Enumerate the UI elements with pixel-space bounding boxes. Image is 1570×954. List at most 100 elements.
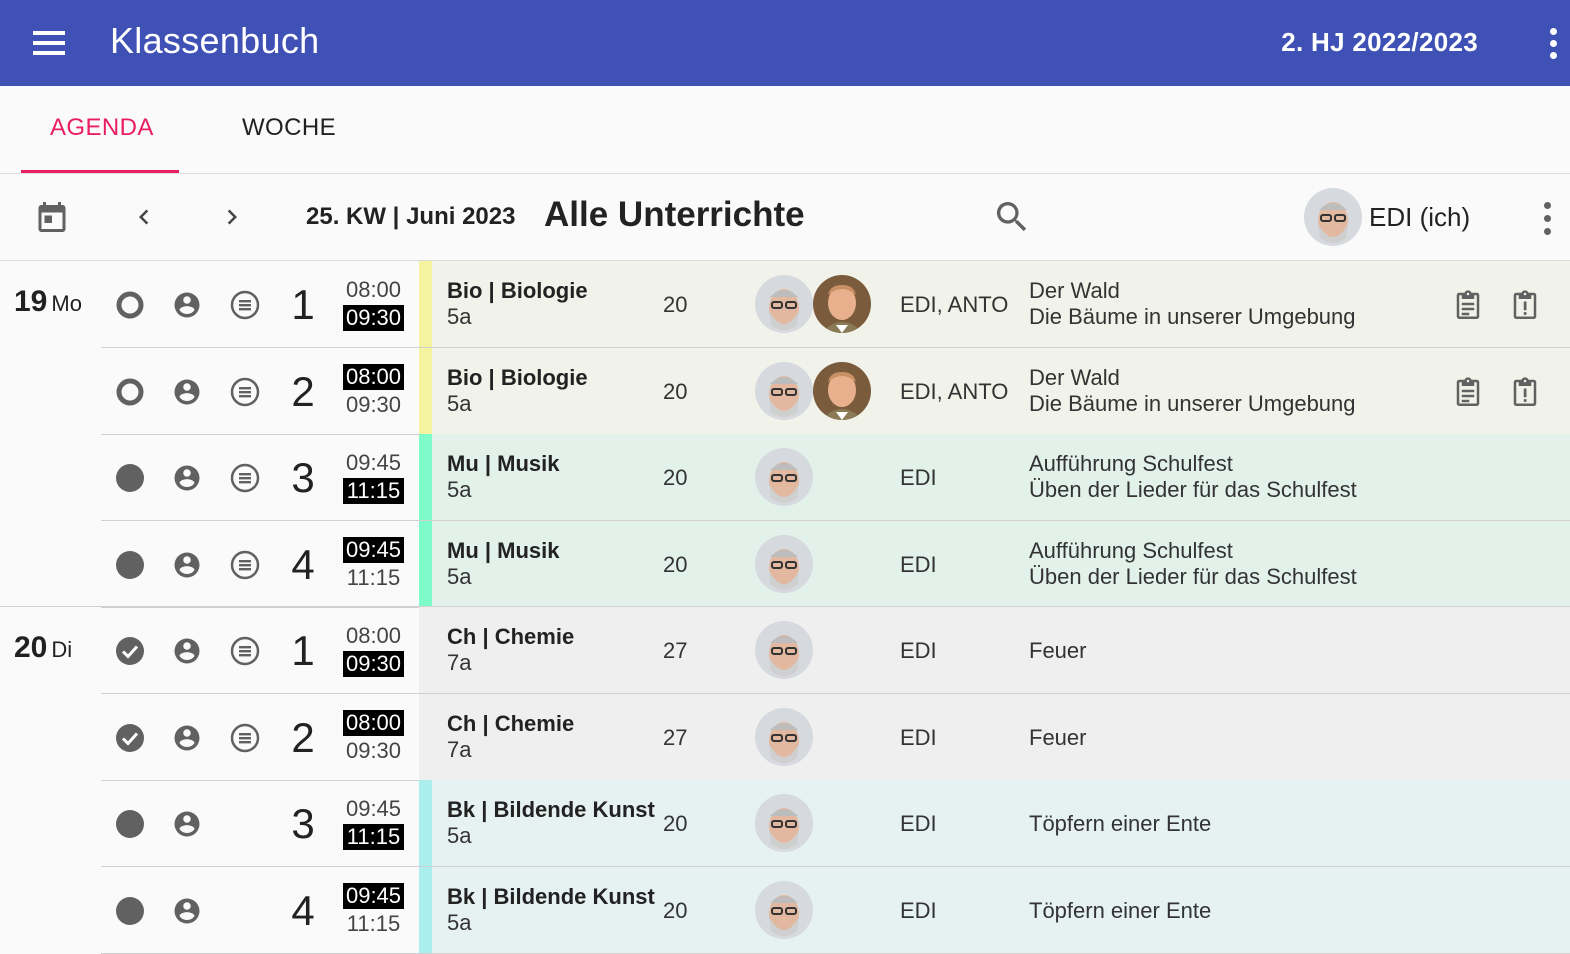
teacher-avatar [755, 448, 813, 506]
lesson-row[interactable]: 4 09:45 11:15 Bk | Bildende Kunst 5a 20 EDI Töp… [0, 867, 1570, 954]
lesson-row[interactable]: 3 09:45 11:15 Bk | Bildende Kunst 5a 20 EDI Töp… [0, 780, 1570, 867]
notes-icon[interactable] [230, 463, 260, 493]
teacher-avatar [755, 362, 813, 420]
status-icon[interactable] [115, 550, 145, 580]
teacher-names: EDI [900, 725, 937, 750]
subject-label[interactable]: Mu | Musik [447, 538, 560, 564]
subject-color-bar [419, 434, 432, 521]
status-icon[interactable] [115, 290, 145, 320]
subject-label[interactable]: Mu | Musik [447, 451, 560, 477]
more-vert-icon[interactable] [1538, 24, 1568, 64]
class-label: 5a [447, 477, 472, 502]
subject-color-bar [419, 780, 432, 867]
chevron-right-icon[interactable] [216, 199, 248, 235]
teacher-names: EDI [900, 811, 937, 836]
status-icon[interactable] [115, 723, 145, 753]
subject-label[interactable]: Ch | Chemie [447, 711, 574, 737]
term-selector[interactable]: 2. HJ 2022/2023 [1281, 27, 1478, 58]
topic-detail: Üben der Lieder für das Schulfest [1029, 564, 1357, 589]
subject-label[interactable]: Ch | Chemie [447, 624, 574, 650]
end-time: 09:30 [345, 738, 402, 763]
notes-icon[interactable] [230, 636, 260, 666]
attendance-icon[interactable] [172, 636, 202, 666]
view-title: Alle Unterrichte [544, 195, 805, 234]
lesson-row[interactable]: 2 08:00 09:30 Ch | Chemie 7a 27 EDI Feuer [0, 694, 1570, 781]
topic-title: Aufführung Schulfest [1029, 538, 1233, 563]
week-label[interactable]: 25. KW | Juni 2023 [306, 203, 515, 231]
attendance-icon[interactable] [172, 723, 202, 753]
task-alert-icon[interactable] [1510, 374, 1540, 408]
status-icon[interactable] [115, 463, 145, 493]
topic-detail: Üben der Lieder für das Schulfest [1029, 477, 1357, 502]
lesson-row[interactable]: 4 09:45 11:15 Mu | Musik 5a 20 EDI Aufführung S… [0, 521, 1570, 608]
notes-icon[interactable] [230, 290, 260, 320]
homework-icon[interactable] [1453, 287, 1483, 321]
class-label: 7a [447, 737, 472, 762]
teacher-avatar [813, 362, 871, 420]
search-icon[interactable] [990, 195, 1034, 239]
active-tab-indicator [21, 170, 179, 173]
attendance-icon[interactable] [172, 550, 202, 580]
teacher-names: EDI [900, 465, 937, 490]
teacher-names: EDI, ANTO [900, 292, 1009, 317]
more-vert-icon[interactable] [1532, 199, 1562, 239]
subject-label[interactable]: Bk | Bildende Kunst [447, 797, 655, 823]
teacher-names: EDI [900, 552, 937, 577]
status-icon[interactable] [115, 896, 145, 926]
notes-icon[interactable] [230, 723, 260, 753]
subject-color-bar [419, 867, 432, 954]
student-count: 20 [663, 898, 688, 923]
lesson-number: 4 [291, 887, 315, 934]
topic-title: Aufführung Schulfest [1029, 451, 1233, 476]
student-count: 20 [663, 379, 688, 404]
student-count: 20 [663, 811, 688, 836]
lesson-row[interactable]: 1 08:00 09:30 Ch | Chemie 7a 27 EDI Feuer [0, 607, 1570, 694]
attendance-icon[interactable] [172, 463, 202, 493]
lesson-row[interactable]: 1 08:00 09:30 Bio | Biologie 5a 20 EDI, ANTO De… [0, 261, 1570, 348]
notes-icon[interactable] [230, 550, 260, 580]
teacher-avatar [755, 535, 813, 593]
tab-agenda[interactable]: AGENDA [50, 114, 154, 142]
lesson-number: 1 [291, 281, 315, 328]
lesson-row[interactable]: 3 09:45 11:15 Mu | Musik 5a 20 EDI Aufführung S… [0, 434, 1570, 521]
attendance-icon[interactable] [172, 809, 202, 839]
subject-label[interactable]: Bio | Biologie [447, 365, 588, 391]
notes-icon[interactable] [230, 377, 260, 407]
user-avatar[interactable] [1304, 188, 1362, 246]
start-time: 08:00 [343, 364, 404, 390]
end-time: 11:15 [343, 478, 404, 504]
teacher-names: EDI, ANTO [900, 379, 1009, 404]
attendance-icon[interactable] [172, 290, 202, 320]
user-label[interactable]: EDI (ich) [1369, 202, 1470, 233]
homework-icon[interactable] [1453, 374, 1483, 408]
teacher-avatar [755, 621, 813, 679]
lesson-number: 3 [291, 800, 315, 847]
subject-color-bar [419, 607, 432, 694]
lesson-row[interactable]: 2 08:00 09:30 Bio | Biologie 5a 20 EDI, ANTO De… [0, 348, 1570, 435]
tab-woche[interactable]: WOCHE [242, 114, 336, 142]
topic-title: Feuer [1029, 638, 1087, 663]
menu-icon[interactable] [24, 24, 74, 64]
subject-color-bar [419, 261, 432, 348]
subject-color-bar [419, 521, 432, 608]
task-alert-icon[interactable] [1510, 287, 1540, 321]
attendance-icon[interactable] [172, 896, 202, 926]
chevron-left-icon[interactable] [128, 199, 160, 235]
attendance-icon[interactable] [172, 377, 202, 407]
agenda-list: 19 Mo 20 Di 1 08:00 09:30 Bio | Biologie 5a 20 E… [0, 261, 1570, 954]
subject-label[interactable]: Bk | Bildende Kunst [447, 884, 655, 910]
status-icon[interactable] [115, 636, 145, 666]
teacher-avatar [755, 794, 813, 852]
subject-label[interactable]: Bio | Biologie [447, 278, 588, 304]
calendar-icon[interactable] [32, 197, 72, 237]
teacher-avatar [755, 708, 813, 766]
class-label: 5a [447, 823, 472, 848]
topic-detail: Die Bäume in unserer Umgebung [1029, 391, 1356, 416]
teacher-names: EDI [900, 638, 937, 663]
status-icon[interactable] [115, 377, 145, 407]
student-count: 27 [663, 725, 688, 750]
class-label: 5a [447, 564, 472, 589]
topic-title: Feuer [1029, 725, 1087, 750]
end-time: 11:15 [346, 565, 401, 590]
status-icon[interactable] [115, 809, 145, 839]
